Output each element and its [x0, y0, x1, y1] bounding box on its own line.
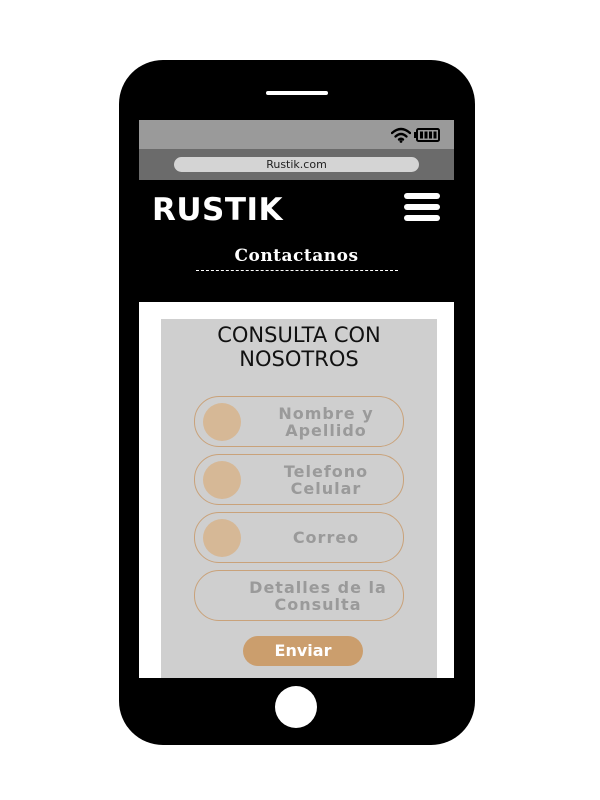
- title-divider: [196, 270, 398, 271]
- field-avatar-dot: [203, 519, 241, 557]
- details-field[interactable]: Detalles de la Consulta: [194, 570, 404, 621]
- email-field[interactable]: Correo: [194, 512, 404, 563]
- hamburger-menu-icon[interactable]: [404, 193, 440, 222]
- page-title: Contactanos: [234, 246, 359, 266]
- battery-icon: [414, 128, 440, 142]
- field-avatar-dot: [203, 461, 241, 499]
- submit-button[interactable]: Enviar: [243, 636, 363, 666]
- field-avatar-dot: [203, 403, 241, 441]
- name-placeholder: Nombre y Apellido: [278, 403, 374, 440]
- phone-speaker: [266, 91, 328, 95]
- phone-screen: Rustik.com RUSTIK Contactanos CONSULTA C…: [139, 120, 454, 678]
- phone-placeholder: Telefono Celular: [283, 461, 369, 498]
- contact-form: CONSULTA CON NOSOTROS Nombre y Apellido: [161, 319, 437, 678]
- name-field[interactable]: Nombre y Apellido: [194, 396, 404, 447]
- form-title-line1: CONSULTA CON: [217, 323, 381, 347]
- url-field[interactable]: Rustik.com: [174, 157, 419, 172]
- email-placeholder: Correo: [292, 528, 360, 547]
- form-title-line2: NOSOTROS: [239, 347, 359, 371]
- main-content: CONSULTA CON NOSOTROS Nombre y Apellido: [139, 302, 454, 678]
- form-title: CONSULTA CON NOSOTROS: [161, 323, 437, 371]
- address-bar: Rustik.com: [139, 149, 454, 180]
- phone-field[interactable]: Telefono Celular: [194, 454, 404, 505]
- status-bar: [139, 120, 454, 149]
- brand-logo[interactable]: RUSTIK: [152, 192, 283, 228]
- home-button[interactable]: [275, 686, 317, 728]
- wifi-icon: [391, 127, 411, 143]
- details-placeholder: Detalles de la Consulta: [249, 577, 387, 614]
- phone-frame: Rustik.com RUSTIK Contactanos CONSULTA C…: [119, 60, 475, 745]
